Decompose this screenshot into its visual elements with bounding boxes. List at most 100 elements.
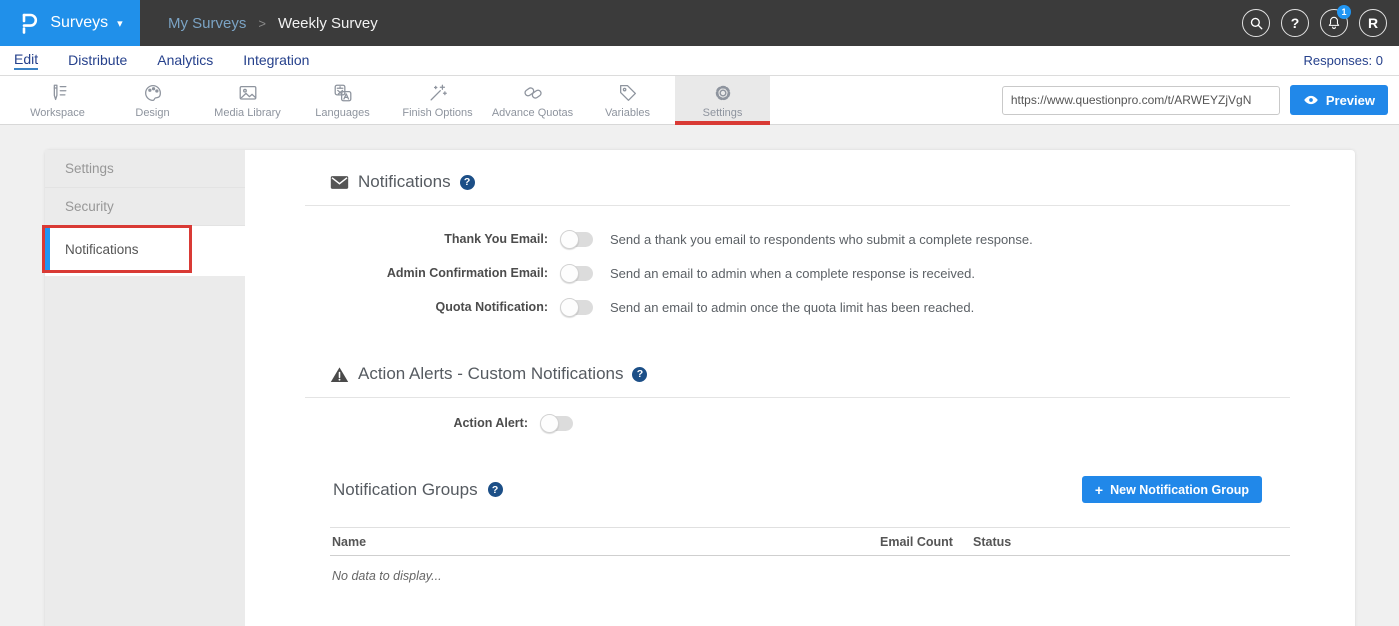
toolbar-tab-label: Finish Options — [402, 107, 472, 119]
sidebar-item-settings[interactable]: Settings — [45, 150, 245, 188]
toggle-row-admin-confirmation-email: Admin Confirmation Email: Send an email … — [305, 256, 1290, 290]
eye-icon — [1303, 94, 1319, 106]
new-notification-group-button[interactable]: + New Notification Group — [1082, 476, 1262, 503]
toggle-knob — [560, 264, 579, 283]
notifications-button[interactable]: 1 — [1320, 9, 1348, 37]
plus-icon: + — [1095, 482, 1103, 498]
search-icon — [1249, 16, 1264, 31]
nav-tab-distribute[interactable]: Distribute — [68, 52, 127, 69]
toggle-label: Admin Confirmation Email: — [305, 266, 548, 280]
chevron-down-icon: ▾ — [117, 17, 123, 30]
responses-count[interactable]: Responses: 0 — [1304, 53, 1384, 68]
gear-icon — [712, 82, 734, 104]
product-switcher[interactable]: Surveys ▾ — [0, 0, 140, 46]
section-notifications: Notifications ? Thank You Email: Send a … — [305, 150, 1290, 324]
toolbar-tab-finish-options[interactable]: Finish Options — [390, 76, 485, 124]
new-group-button-label: New Notification Group — [1110, 483, 1249, 497]
toggle-label: Action Alert: — [305, 416, 528, 430]
action-alert-rows: Action Alert: — [305, 406, 1290, 440]
preview-button[interactable]: Preview — [1290, 85, 1388, 115]
toolbar-tab-variables[interactable]: Variables — [580, 76, 675, 124]
annotation-underline-settings — [675, 121, 770, 125]
nav-tab-integration[interactable]: Integration — [243, 52, 309, 69]
nav-tab-analytics[interactable]: Analytics — [157, 52, 213, 69]
admin-confirmation-email-toggle[interactable] — [561, 266, 593, 281]
help-icon[interactable]: ? — [632, 367, 647, 382]
quota-notification-toggle[interactable] — [561, 300, 593, 315]
question-mark-icon: ? — [1291, 15, 1300, 31]
toolbar-tab-label: Design — [135, 107, 169, 119]
section-action-alerts: Action Alerts - Custom Notifications ? A… — [305, 364, 1290, 440]
sidebar-filler — [45, 276, 245, 626]
toolbar-tab-design[interactable]: Design — [105, 76, 200, 124]
help-icon[interactable]: ? — [460, 175, 475, 190]
divider — [305, 397, 1290, 398]
toolbar-tab-workspace[interactable]: Workspace — [10, 76, 105, 124]
questionpro-logo — [17, 11, 41, 35]
toggle-description: Send a thank you email to respondents wh… — [610, 232, 1033, 247]
toggle-label: Thank You Email: — [305, 232, 548, 246]
sidebar-item-notifications[interactable]: Notifications — [45, 226, 245, 273]
sidebar-item-label: Notifications — [65, 242, 139, 257]
settings-page: Settings Security Notifications — [0, 126, 1399, 626]
warning-icon — [330, 366, 349, 383]
action-alert-toggle[interactable] — [541, 416, 573, 431]
toolbar-tab-settings[interactable]: Settings — [675, 76, 770, 124]
notifications-heading: Notifications ? — [330, 172, 1290, 192]
toolbar-tab-media-library[interactable]: Media Library — [200, 76, 295, 124]
divider — [305, 205, 1290, 206]
breadcrumb: My Surveys > Weekly Survey — [168, 15, 378, 32]
sidebar-item-security[interactable]: Security — [45, 188, 245, 226]
help-icon[interactable]: ? — [488, 482, 503, 497]
breadcrumb-my-surveys[interactable]: My Surveys — [168, 15, 246, 32]
toolbar-tab-languages[interactable]: Languages — [295, 76, 390, 124]
toggle-knob — [540, 414, 559, 433]
help-button[interactable]: ? — [1281, 9, 1309, 37]
toggle-knob — [560, 298, 579, 317]
search-button[interactable] — [1242, 9, 1270, 37]
survey-url-input[interactable] — [1002, 86, 1280, 115]
settings-panel: Settings Security Notifications — [45, 150, 1355, 626]
table-empty-message: No data to display... — [330, 556, 1290, 583]
top-bar: Surveys ▾ My Surveys > Weekly Survey ? 1… — [0, 0, 1399, 46]
toolbar-tab-label: Languages — [315, 107, 369, 119]
image-icon — [237, 82, 259, 104]
notification-groups-heading: Notification Groups ? — [333, 480, 503, 500]
toggle-row-action-alert: Action Alert: — [305, 406, 1290, 440]
toggle-label: Quota Notification: — [305, 300, 548, 314]
nav-tab-edit[interactable]: Edit — [14, 51, 38, 70]
breadcrumb-current-survey: Weekly Survey — [278, 15, 378, 32]
toolbar-tab-label: Workspace — [30, 107, 85, 119]
survey-nav: Edit Distribute Analytics Integration Re… — [0, 46, 1399, 76]
section-title: Action Alerts - Custom Notifications — [358, 364, 623, 384]
edit-toolbar: Workspace Design Media Library Languages… — [0, 76, 1399, 125]
column-header-name: Name — [330, 535, 880, 549]
envelope-icon — [330, 175, 349, 190]
translate-icon — [332, 82, 354, 104]
thank-you-email-toggle[interactable] — [561, 232, 593, 247]
toolbar-tab-label: Media Library — [214, 107, 281, 119]
column-header-email-count: Email Count — [880, 535, 973, 549]
toggle-description: Send an email to admin once the quota li… — [610, 300, 974, 315]
toggle-knob — [560, 230, 579, 249]
toolbar-tab-label: Advance Quotas — [492, 107, 573, 119]
column-header-status: Status — [973, 535, 1290, 549]
section-notification-groups: Notification Groups ? + New Notification… — [305, 476, 1290, 583]
user-avatar[interactable]: R — [1359, 9, 1387, 37]
settings-sidebar: Settings Security Notifications — [45, 150, 245, 626]
toggle-row-thank-you-email: Thank You Email: Send a thank you email … — [305, 222, 1290, 256]
topbar-actions: ? 1 R — [1242, 9, 1387, 37]
section-title: Notifications — [358, 172, 451, 192]
breadcrumb-separator: > — [258, 16, 266, 31]
toolbar-tab-advance-quotas[interactable]: Advance Quotas — [485, 76, 580, 124]
magic-wand-icon — [427, 82, 449, 104]
notification-groups-table: Name Email Count Status No data to displ… — [330, 527, 1290, 583]
notifications-settings-main: Notifications ? Thank You Email: Send a … — [245, 150, 1355, 626]
notification-toggle-rows: Thank You Email: Send a thank you email … — [305, 222, 1290, 324]
notification-count-badge: 1 — [1337, 5, 1351, 19]
avatar-initial: R — [1368, 15, 1378, 31]
section-title: Notification Groups — [333, 480, 478, 500]
tag-icon — [617, 82, 639, 104]
notification-groups-header: Notification Groups ? + New Notification… — [305, 476, 1290, 503]
palette-icon — [142, 82, 164, 104]
